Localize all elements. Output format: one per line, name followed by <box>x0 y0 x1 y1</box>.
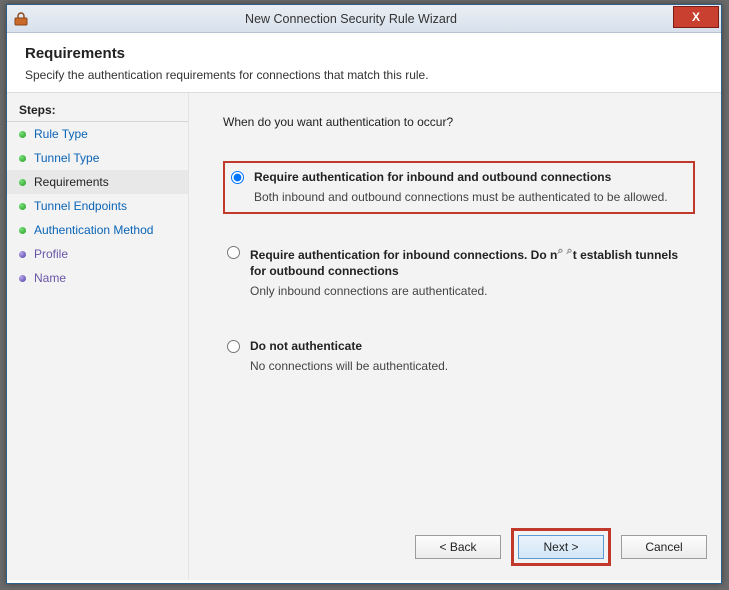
option-text: Require authentication for inbound conne… <box>250 244 689 300</box>
step-label: Rule Type <box>34 127 88 141</box>
bullet-icon <box>19 203 26 210</box>
step-profile[interactable]: Profile <box>7 242 188 266</box>
back-button[interactable]: < Back <box>415 535 501 559</box>
next-button[interactable]: Next > <box>518 535 604 559</box>
cancel-button[interactable]: Cancel <box>621 535 707 559</box>
header-region: Requirements Specify the authentication … <box>7 33 721 92</box>
bullet-icon <box>19 131 26 138</box>
option-title: Require authentication for inbound and o… <box>254 169 687 185</box>
button-bar: < Back Next > Cancel <box>415 528 707 566</box>
steps-header: Steps: <box>7 99 188 122</box>
close-button[interactable]: X <box>673 6 719 28</box>
radio-no-auth[interactable] <box>227 340 240 353</box>
bullet-icon <box>19 155 26 162</box>
bullet-icon <box>19 227 26 234</box>
titlebar: New Connection Security Rule Wizard X <box>7 5 721 33</box>
wizard-window: New Connection Security Rule Wizard X Re… <box>6 4 722 584</box>
steps-panel: Steps: Rule Type Tunnel Type Requirement… <box>7 93 189 580</box>
app-icon <box>13 11 29 27</box>
step-rule-type[interactable]: Rule Type <box>7 122 188 146</box>
option-text: Do not authenticate No connections will … <box>250 338 689 375</box>
step-label: Requirements <box>34 175 109 189</box>
option-title: Require authentication for inbound conne… <box>250 244 689 279</box>
option-desc: No connections will be authenticated. <box>250 358 689 375</box>
radio-require-both[interactable] <box>231 171 244 184</box>
content-panel: When do you want authentication to occur… <box>189 93 721 580</box>
window-title: New Connection Security Rule Wizard <box>29 12 673 26</box>
question-label: When do you want authentication to occur… <box>223 115 695 129</box>
option-require-inbound[interactable]: Require authentication for inbound conne… <box>223 240 695 304</box>
step-tunnel-type[interactable]: Tunnel Type <box>7 146 188 170</box>
page-title: Requirements <box>25 45 703 62</box>
bullet-icon <box>19 275 26 282</box>
step-requirements[interactable]: Requirements <box>7 170 188 194</box>
option-text: Require authentication for inbound and o… <box>254 169 687 206</box>
step-label: Authentication Method <box>34 223 153 237</box>
option-title: Do not authenticate <box>250 338 689 354</box>
step-name[interactable]: Name <box>7 266 188 290</box>
bullet-icon <box>19 179 26 186</box>
bullet-icon <box>19 251 26 258</box>
magnify-icon: ⌕ ⌕ <box>557 245 572 257</box>
step-tunnel-endpoints[interactable]: Tunnel Endpoints <box>7 194 188 218</box>
next-highlight: Next > <box>511 528 611 566</box>
step-label: Tunnel Type <box>34 151 99 165</box>
radio-require-inbound[interactable] <box>227 246 240 259</box>
close-icon: X <box>692 10 700 24</box>
option-no-auth[interactable]: Do not authenticate No connections will … <box>223 334 695 379</box>
page-subtitle: Specify the authentication requirements … <box>25 68 703 82</box>
step-auth-method[interactable]: Authentication Method <box>7 218 188 242</box>
step-label: Name <box>34 271 66 285</box>
body-region: Steps: Rule Type Tunnel Type Requirement… <box>7 92 721 580</box>
option-require-both[interactable]: Require authentication for inbound and o… <box>223 161 695 214</box>
step-label: Tunnel Endpoints <box>34 199 127 213</box>
step-label: Profile <box>34 247 68 261</box>
option-desc: Both inbound and outbound connections mu… <box>254 189 687 206</box>
option-desc: Only inbound connections are authenticat… <box>250 283 689 300</box>
